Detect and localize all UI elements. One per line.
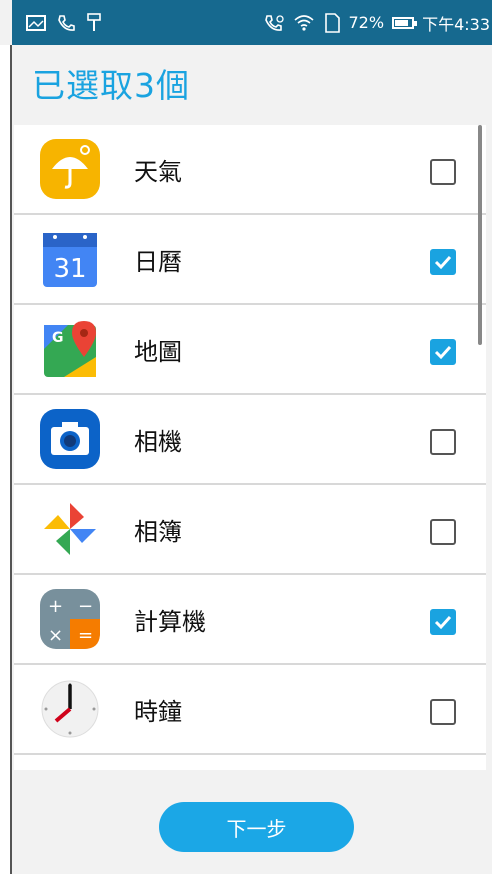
brush-icon — [86, 12, 102, 33]
battery-icon — [392, 16, 418, 29]
scrollbar[interactable] — [478, 125, 482, 345]
calendar-date: 31 — [53, 254, 86, 284]
list-item-weather[interactable]: 天氣 — [14, 125, 486, 215]
svg-text:=: = — [78, 625, 93, 646]
app-label: 時鐘 — [134, 697, 182, 726]
photos-icon — [38, 497, 102, 561]
svg-text:G: G — [52, 330, 64, 346]
list-item-photos[interactable]: 相簿 — [14, 485, 486, 575]
list-item-calendar[interactable]: 31 日曆 — [14, 215, 486, 305]
checkbox[interactable] — [430, 519, 456, 545]
status-time: 下午4:33 — [422, 14, 490, 34]
next-button[interactable]: 下一步 — [159, 802, 354, 852]
gallery-icon — [26, 14, 46, 31]
wifi-icon — [293, 14, 315, 32]
call-icon — [263, 14, 285, 32]
list-item-camera[interactable]: 相機 — [14, 395, 486, 485]
battery-percent: 72% — [348, 13, 385, 32]
checkbox[interactable] — [430, 429, 456, 455]
page-title: 已選取3個 — [32, 66, 190, 105]
list-item-clock[interactable]: 時鐘 — [14, 665, 486, 755]
calendar-icon: 31 — [38, 227, 102, 291]
svg-text:−: − — [78, 596, 93, 617]
checkbox[interactable] — [430, 339, 456, 365]
checkbox[interactable] — [430, 159, 456, 185]
clock-icon — [38, 677, 102, 741]
weather-icon — [38, 137, 102, 201]
status-bar: 72% 下午4:33 — [12, 0, 492, 45]
app-label: 地圖 — [134, 337, 182, 366]
sim-icon — [323, 12, 341, 33]
left-edge — [0, 45, 12, 874]
checkbox[interactable] — [430, 609, 456, 635]
list-item-calculator[interactable]: + − × = 計算機 — [14, 575, 486, 665]
checkbox[interactable] — [430, 699, 456, 725]
list-item-maps[interactable]: G 地圖 — [14, 305, 486, 395]
svg-text:+: + — [48, 596, 63, 617]
app-list[interactable]: 天氣 31 日曆 G 地圖 相機 相簿 + − × = 計算機 時鐘 — [14, 125, 486, 770]
app-label: 日曆 — [134, 247, 182, 276]
header: 已選取3個 — [14, 45, 492, 125]
calculator-icon: + − × = — [38, 587, 102, 651]
camera-icon — [38, 407, 102, 471]
app-label: 相簿 — [134, 517, 182, 546]
svg-text:×: × — [48, 625, 63, 646]
app-label: 相機 — [134, 427, 182, 456]
call-icon — [56, 14, 76, 32]
app-label: 天氣 — [134, 157, 182, 186]
checkbox[interactable] — [430, 249, 456, 275]
maps-icon: G — [38, 317, 102, 381]
app-label: 計算機 — [134, 607, 206, 636]
